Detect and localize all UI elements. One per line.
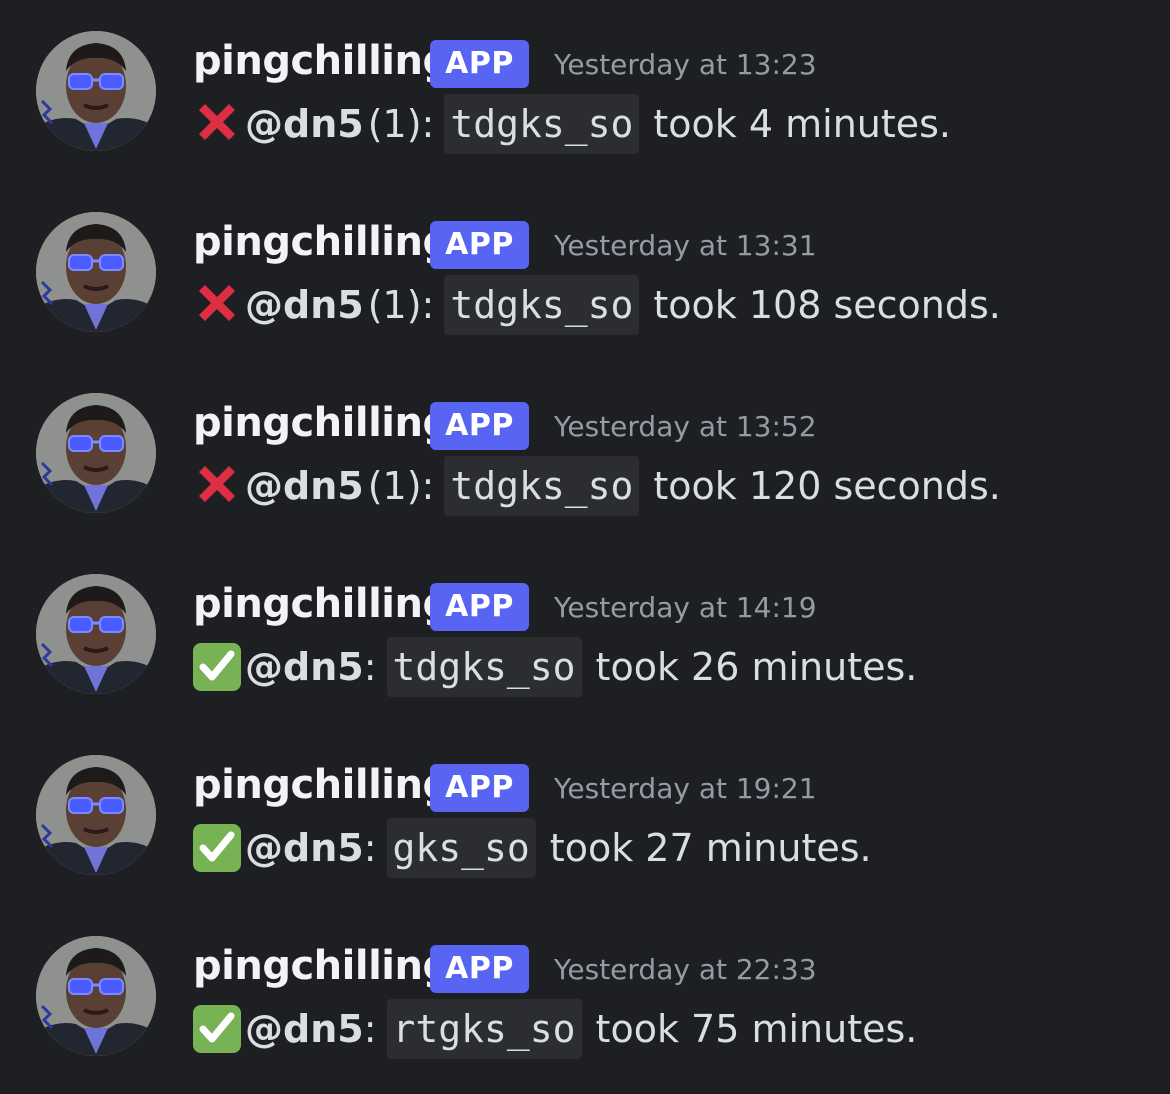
message-text: took 75 minutes. [595,1007,918,1051]
separator-colon: : [363,645,377,689]
user-mention[interactable]: @dn5 [245,464,364,508]
separator-colon: : [363,826,377,870]
inline-code: rtgks_so [386,999,582,1059]
cross-mark-icon [191,279,243,331]
message-content: @dn5 (1) : tdgks_so took 108 seconds. [191,274,1001,336]
message-content: @dn5 : gks_so took 27 minutes. [191,817,872,879]
timestamp[interactable]: Yesterday at 22:33 [554,953,817,986]
separator-colon: : [421,283,435,327]
app-badge: APP [430,221,529,269]
user-mention[interactable]: @dn5 [245,102,364,146]
inline-code: gks_so [386,818,536,878]
message-content: @dn5 (1) : tdgks_so took 4 minutes. [191,93,951,155]
app-badge: APP [430,945,529,993]
cross-mark-icon [191,460,243,512]
separator-colon: : [421,102,435,146]
separator-colon: : [421,464,435,508]
cross-mark-icon [191,98,243,150]
check-mark-button-icon [191,1003,243,1055]
message-content: @dn5 : tdgks_so took 26 minutes. [191,636,917,698]
user-mention[interactable]: @dn5 [245,1007,364,1051]
username[interactable]: pingchilling [193,38,451,84]
username[interactable]: pingchilling [193,581,451,627]
username[interactable]: pingchilling [193,219,451,265]
message-item: pingchilling APP Yesterday at 13:31 @dn5… [0,181,1170,335]
message-item: pingchilling APP Yesterday at 13:52 @dn5… [0,362,1170,516]
inline-code: tdgks_so [444,275,640,335]
inline-code: tdgks_so [444,456,640,516]
timestamp[interactable]: Yesterday at 14:19 [554,591,817,624]
message-text: took 26 minutes. [595,645,918,689]
message-item: pingchilling APP Yesterday at 13:23 @dn5… [0,0,1170,154]
app-badge: APP [430,40,529,88]
app-badge: APP [430,583,529,631]
inline-code: tdgks_so [444,94,640,154]
timestamp[interactable]: Yesterday at 13:31 [554,229,817,262]
timestamp[interactable]: Yesterday at 19:21 [554,772,817,805]
username[interactable]: pingchilling [193,762,451,808]
avatar[interactable] [36,393,156,513]
message-item: pingchilling APP Yesterday at 22:33 @dn5… [0,905,1170,1059]
user-mention[interactable]: @dn5 [245,283,364,327]
inline-code: tdgks_so [386,637,582,697]
message-text: took 4 minutes. [653,102,952,146]
timestamp[interactable]: Yesterday at 13:23 [554,48,817,81]
avatar[interactable] [36,574,156,694]
message-text: took 27 minutes. [549,826,872,870]
message-item: pingchilling APP Yesterday at 19:21 @dn5… [0,724,1170,878]
user-mention[interactable]: @dn5 [245,826,364,870]
timestamp[interactable]: Yesterday at 13:52 [554,410,817,443]
avatar[interactable] [36,212,156,332]
attempt-count: (1) [367,464,422,508]
check-mark-button-icon [191,822,243,874]
message-feed: pingchilling APP Yesterday at 13:23 @dn5… [0,0,1170,1094]
app-badge: APP [430,402,529,450]
attempt-count: (1) [367,102,422,146]
avatar[interactable] [36,755,156,875]
username[interactable]: pingchilling [193,400,451,446]
app-badge: APP [430,764,529,812]
message-content: @dn5 (1) : tdgks_so took 120 seconds. [191,455,1001,517]
user-mention[interactable]: @dn5 [245,645,364,689]
separator-colon: : [363,1007,377,1051]
avatar[interactable] [36,31,156,151]
message-text: took 108 seconds. [653,283,1001,327]
message-content: @dn5 : rtgks_so took 75 minutes. [191,998,917,1060]
username[interactable]: pingchilling [193,943,451,989]
check-mark-button-icon [191,641,243,693]
attempt-count: (1) [367,283,422,327]
message-text: took 120 seconds. [653,464,1001,508]
message-item: pingchilling APP Yesterday at 14:19 @dn5… [0,543,1170,697]
avatar[interactable] [36,936,156,1056]
